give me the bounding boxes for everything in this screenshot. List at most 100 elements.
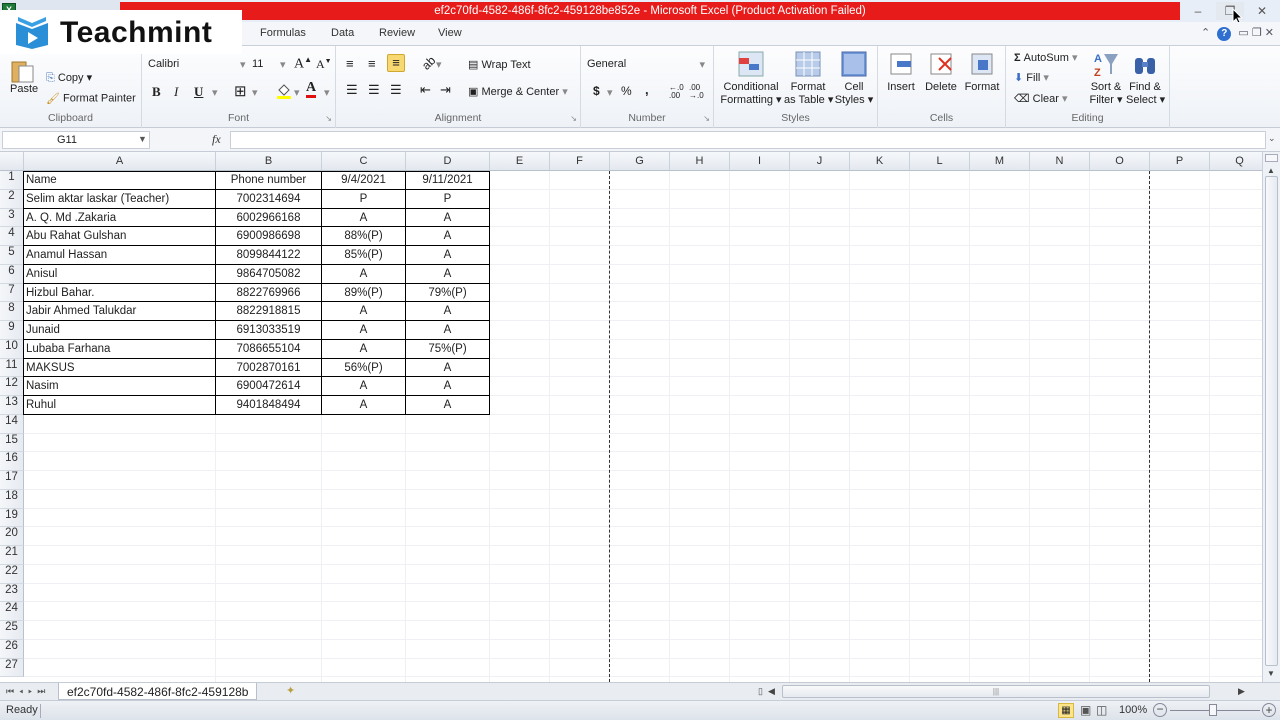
currency-button[interactable]: $: [593, 84, 600, 98]
scroll-right-icon[interactable]: ▶: [1238, 686, 1245, 697]
table-cell[interactable]: A: [322, 208, 406, 228]
name-box[interactable]: G11: [2, 131, 150, 149]
table-cell[interactable]: A: [322, 321, 406, 340]
table-cell[interactable]: 7086655104: [216, 339, 322, 359]
column-header-a[interactable]: A: [24, 152, 216, 171]
table-cell[interactable]: Ruhul: [24, 396, 216, 415]
row-header-2[interactable]: 2: [0, 189, 24, 209]
table-cell[interactable]: A: [406, 358, 490, 378]
grow-font-icon[interactable]: A▲: [294, 55, 312, 73]
bottom-align-icon[interactable]: ≡: [387, 54, 405, 72]
table-cell[interactable]: 8099844122: [216, 246, 322, 265]
table-cell[interactable]: 8822918815: [216, 302, 322, 321]
horizontal-scroll-thumb[interactable]: |||: [782, 685, 1210, 698]
column-header-k[interactable]: K: [850, 152, 910, 171]
merge-center-button[interactable]: ▣ Merge & Center ▾: [468, 85, 568, 98]
zoom-level[interactable]: 100%: [1119, 704, 1147, 716]
column-header-j[interactable]: J: [790, 152, 850, 171]
table-cell[interactable]: A: [406, 302, 490, 321]
insert-cells-button[interactable]: Insert: [886, 50, 916, 93]
format-cells-button[interactable]: Format: [964, 50, 1000, 93]
row-header-22[interactable]: 22: [0, 564, 24, 584]
table-header-cell[interactable]: Phone number: [216, 171, 322, 190]
expand-formula-bar-icon[interactable]: ⌄: [1268, 133, 1276, 144]
page-break-preview-icon[interactable]: ◫: [1096, 703, 1107, 717]
sheet-nav-buttons[interactable]: ⏮◂▸⏭: [6, 686, 50, 697]
table-header-cell[interactable]: 9/4/2021: [322, 171, 406, 190]
column-header-q[interactable]: Q: [1210, 152, 1262, 171]
table-cell[interactable]: 6900472614: [216, 377, 322, 396]
find-select-button[interactable]: Find & Select ▾: [1126, 50, 1165, 106]
table-cell[interactable]: Abu Rahat Gulshan: [24, 227, 216, 246]
tab-review[interactable]: Review: [379, 27, 415, 39]
align-left-icon[interactable]: ☰: [346, 82, 358, 98]
format-as-table-button[interactable]: Format as Table ▾: [784, 50, 833, 106]
increase-indent-icon[interactable]: ⇥: [440, 82, 451, 98]
table-cell[interactable]: Hizbul Bahar.: [24, 283, 216, 303]
table-header-cell[interactable]: Name: [24, 171, 216, 190]
table-cell[interactable]: 9864705082: [216, 264, 322, 284]
table-cell[interactable]: 56%(P): [322, 358, 406, 378]
table-cell[interactable]: A: [322, 396, 406, 415]
table-cell[interactable]: 89%(P): [322, 283, 406, 303]
table-cell[interactable]: 7002314694: [216, 189, 322, 209]
row-header-26[interactable]: 26: [0, 639, 24, 659]
table-cell[interactable]: A. Q. Md .Zakaria: [24, 208, 216, 228]
orientation-dropdown-icon[interactable]: ▾: [436, 58, 442, 71]
table-cell[interactable]: Junaid: [24, 321, 216, 340]
row-header-12[interactable]: 12: [0, 377, 24, 396]
workbook-minimize-icon[interactable]: ▭: [1238, 27, 1248, 39]
table-cell[interactable]: A: [322, 339, 406, 359]
column-header-d[interactable]: D: [406, 152, 490, 171]
table-cell[interactable]: A: [322, 302, 406, 321]
font-name-dropdown-icon[interactable]: ▾: [240, 58, 246, 71]
page-layout-view-icon[interactable]: ▣: [1080, 703, 1091, 717]
currency-dropdown-icon[interactable]: ▾: [607, 86, 613, 99]
underline-button[interactable]: U: [194, 84, 203, 100]
normal-view-icon[interactable]: ▦: [1058, 703, 1074, 718]
table-cell[interactable]: 88%(P): [322, 227, 406, 246]
table-cell[interactable]: Jabir Ahmed Talukdar: [24, 302, 216, 321]
column-header-m[interactable]: M: [970, 152, 1030, 171]
formula-input[interactable]: [230, 131, 1266, 149]
clear-button[interactable]: ⌫ Clear ▾: [1014, 92, 1068, 105]
row-header-14[interactable]: 14: [0, 414, 24, 434]
row-header-5[interactable]: 5: [0, 246, 24, 265]
spreadsheet-grid[interactable]: A B C D E F G H I J K L M N O P Q 1 2 3 4 5 6 7 8 9 10 11 12 13 14 15 16…: [0, 152, 1262, 682]
row-header-15[interactable]: 15: [0, 433, 24, 453]
table-cell[interactable]: A: [406, 208, 490, 228]
row-header-20[interactable]: 20: [0, 527, 24, 546]
font-size-select[interactable]: 11: [252, 58, 263, 70]
font-color-icon[interactable]: A: [306, 81, 317, 98]
row-header-3[interactable]: 3: [0, 208, 24, 228]
table-cell[interactable]: A: [406, 377, 490, 396]
row-header-16[interactable]: 16: [0, 452, 24, 471]
autosum-button[interactable]: Σ AutoSum ▾: [1014, 51, 1078, 64]
table-cell[interactable]: 6900986698: [216, 227, 322, 246]
row-header-10[interactable]: 10: [0, 339, 24, 359]
table-cell[interactable]: 9401848494: [216, 396, 322, 415]
table-cell[interactable]: A: [406, 321, 490, 340]
vertical-scroll-thumb[interactable]: [1265, 176, 1278, 666]
row-header-17[interactable]: 17: [0, 471, 24, 490]
row-header-6[interactable]: 6: [0, 264, 24, 284]
row-header-11[interactable]: 11: [0, 358, 24, 378]
name-box-dropdown-icon[interactable]: ▼: [138, 134, 147, 144]
table-cell[interactable]: P: [406, 189, 490, 209]
tab-data[interactable]: Data: [331, 27, 354, 39]
column-header-n[interactable]: N: [1030, 152, 1090, 171]
bold-button[interactable]: B: [152, 84, 161, 100]
borders-icon[interactable]: ⊞: [234, 82, 247, 100]
row-header-1[interactable]: 1: [0, 171, 24, 190]
table-cell[interactable]: 7002870161: [216, 358, 322, 378]
borders-dropdown-icon[interactable]: ▾: [252, 86, 258, 99]
table-cell[interactable]: A: [322, 264, 406, 284]
fill-button[interactable]: ⬇ Fill ▾: [1014, 71, 1049, 84]
row-header-23[interactable]: 23: [0, 583, 24, 603]
table-cell[interactable]: 75%(P): [406, 339, 490, 359]
font-color-dropdown-icon[interactable]: ▾: [324, 86, 330, 99]
table-cell[interactable]: 85%(P): [322, 246, 406, 265]
column-header-l[interactable]: L: [910, 152, 970, 171]
increase-decimal-icon[interactable]: ←.0.00: [669, 84, 684, 100]
top-align-icon[interactable]: ≡: [346, 56, 354, 71]
